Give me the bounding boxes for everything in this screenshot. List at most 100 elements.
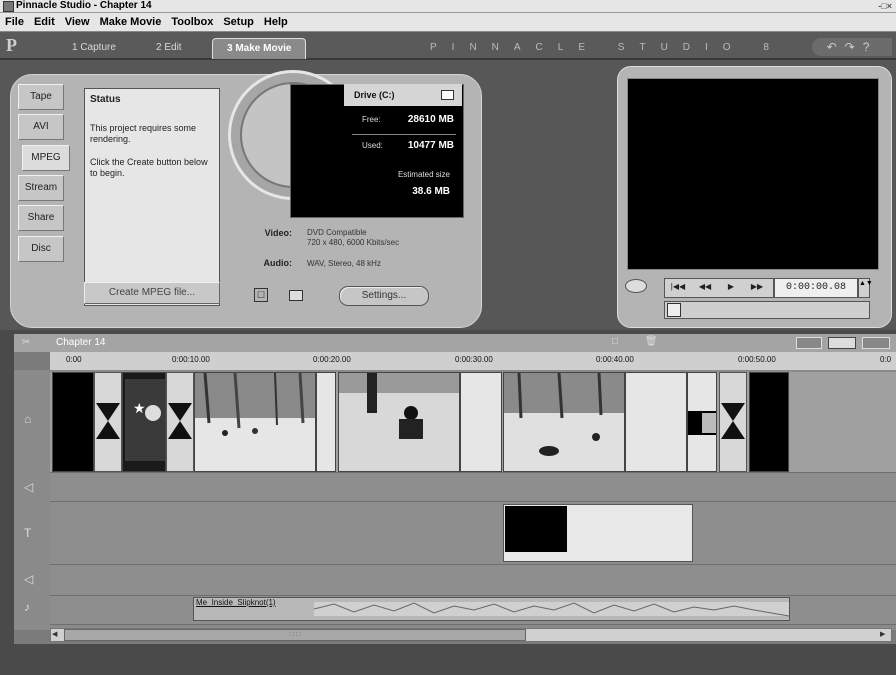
- drive-used-label: Used:: [362, 141, 383, 150]
- pinnacle-logo: P: [6, 35, 17, 55]
- tab-capture[interactable]: 1 Capture: [72, 38, 116, 58]
- estimated-size-value: 38.6 MB: [412, 186, 450, 197]
- menu-help[interactable]: Help: [259, 13, 293, 29]
- ruler-tick: 0:00: [66, 355, 82, 364]
- video-clip[interactable]: [52, 372, 94, 472]
- undo-redo-help-icons[interactable]: ↶↷?: [812, 38, 892, 56]
- drive-header: Drive (C:): [344, 84, 462, 106]
- sound-effect-track[interactable]: [50, 565, 896, 596]
- settings-button[interactable]: Settings...: [339, 286, 429, 306]
- title-track[interactable]: [50, 502, 896, 565]
- drive-free-label: Free:: [362, 115, 381, 124]
- transition[interactable]: [94, 372, 122, 472]
- scrollbar-thumb[interactable]: : : : :: [64, 629, 526, 641]
- app-icon: [3, 1, 14, 12]
- scroll-right-arrow[interactable]: ▶: [880, 630, 885, 638]
- chapter-title: Chapter 14: [56, 337, 106, 348]
- side-tab-share[interactable]: Share: [18, 205, 64, 231]
- timeline-view-icons: [796, 336, 892, 350]
- drive-label: Drive (C:): [354, 90, 395, 100]
- window-title: Pinnacle Studio - Chapter 14: [16, 0, 152, 11]
- status-line-1: This project requires some rendering.: [90, 123, 197, 144]
- rewind-button[interactable]: ◀◀: [693, 279, 717, 295]
- ruler-tick: 0:00:20.00: [313, 355, 351, 364]
- music-clip[interactable]: [193, 597, 790, 621]
- menu-make-movie[interactable]: Make Movie: [95, 13, 167, 29]
- menu-setup[interactable]: Setup: [218, 13, 259, 29]
- bottom-bar: [0, 646, 896, 675]
- ruler-tick: 0:00:50.00: [738, 355, 776, 364]
- sound-effect-icon: ◁: [24, 572, 34, 586]
- scissors-icon[interactable]: ✂: [22, 337, 30, 348]
- ruler-tick: 0:00:10.00: [172, 355, 210, 364]
- preview-screen: [627, 78, 879, 270]
- video-clip[interactable]: ★: [122, 372, 166, 472]
- scroll-left-arrow[interactable]: ◀: [52, 630, 57, 638]
- ruler-tick: 0:00:30.00: [455, 355, 493, 364]
- svg-text:★: ★: [133, 401, 146, 417]
- storyboard-view-icon[interactable]: [796, 337, 822, 349]
- video-clip[interactable]: [316, 372, 336, 472]
- play-button[interactable]: ▶: [719, 279, 743, 295]
- timeline-header: [14, 334, 896, 352]
- tab-make-movie[interactable]: 3 Make Movie: [212, 38, 307, 59]
- title-track-icon: T: [24, 526, 32, 540]
- folder-icon[interactable]: [441, 90, 454, 100]
- create-mpeg-button[interactable]: Create MPEG file...: [84, 282, 220, 304]
- audio-params: WAV, Stereo, 48 kHz: [307, 259, 381, 268]
- disc-copy-icon[interactable]: ☐: [254, 288, 268, 302]
- video-format: DVD Compatible: [307, 228, 367, 237]
- fast-forward-button[interactable]: ▶▶: [745, 279, 769, 295]
- side-tab-mpeg[interactable]: MPEG: [22, 145, 70, 171]
- menu-toolbox[interactable]: Toolbox: [166, 13, 218, 29]
- tab-edit[interactable]: 2 Edit: [156, 38, 182, 58]
- status-line-2: Click the Create button below to begin.: [90, 157, 208, 178]
- video-clip[interactable]: [749, 372, 789, 472]
- side-tab-tape[interactable]: Tape: [18, 84, 64, 110]
- audio-waveform: [313, 602, 790, 617]
- side-tab-disc[interactable]: Disc: [18, 236, 64, 262]
- audio-label: Audio:: [263, 258, 293, 268]
- music-title: Me_Inside_Slipknot(1): [196, 598, 276, 607]
- status-heading: Status: [90, 94, 121, 105]
- brand-label: PINNACLE STUDIO 8: [430, 42, 784, 53]
- timecode-field[interactable]: 0:00:00.08: [774, 278, 858, 298]
- original-audio-track[interactable]: [50, 473, 896, 502]
- video-clip[interactable]: [625, 372, 687, 472]
- menu-file[interactable]: File: [0, 13, 29, 29]
- menu-view[interactable]: View: [60, 13, 95, 29]
- redo-icon[interactable]: ↷: [845, 40, 863, 54]
- estimated-size-label: Estimated size: [397, 170, 450, 179]
- window-controls[interactable]: -□×: [878, 1, 892, 11]
- timecode-spinner[interactable]: ▲▼: [858, 278, 873, 298]
- dvd-disc-icon[interactable]: [625, 279, 647, 293]
- text-view-icon[interactable]: [862, 337, 890, 349]
- drive-used-value: 10477 MB: [407, 140, 454, 151]
- menu-bar: File Edit View Make Movie Toolbox Setup Help: [0, 13, 896, 32]
- ruler-tick: 0:00:40.00: [596, 355, 634, 364]
- side-tab-stream[interactable]: Stream: [18, 175, 64, 201]
- side-tab-avi[interactable]: AVI: [18, 114, 64, 140]
- scrubber-handle[interactable]: [667, 303, 681, 317]
- ruler-tick: 0:0: [880, 355, 892, 364]
- drive-used-row: Used: 10477 MB: [352, 138, 456, 154]
- scrubber-track[interactable]: [664, 301, 870, 319]
- undo-icon[interactable]: ↶: [827, 40, 845, 54]
- transition[interactable]: [166, 372, 194, 472]
- help-icon[interactable]: ?: [863, 40, 878, 54]
- video-clip[interactable]: [687, 372, 717, 472]
- transition[interactable]: [719, 372, 747, 472]
- email-icon[interactable]: [289, 290, 303, 301]
- title-bar: Pinnacle Studio - Chapter 14 -□×: [0, 0, 896, 13]
- go-to-start-button[interactable]: |◀◀: [666, 279, 690, 295]
- drive-free-value: 28610 MB: [407, 114, 454, 125]
- video-clip[interactable]: [194, 372, 316, 472]
- video-clip[interactable]: [338, 372, 460, 472]
- video-clip[interactable]: [503, 372, 625, 472]
- video-label: Video:: [264, 228, 292, 238]
- timeline-tool-icons[interactable]: □ 🗑: [612, 336, 670, 347]
- timeline-view-icon[interactable]: [828, 337, 856, 349]
- video-track-icon: ⌂: [24, 412, 32, 426]
- video-clip[interactable]: [460, 372, 502, 472]
- menu-edit[interactable]: Edit: [29, 13, 60, 29]
